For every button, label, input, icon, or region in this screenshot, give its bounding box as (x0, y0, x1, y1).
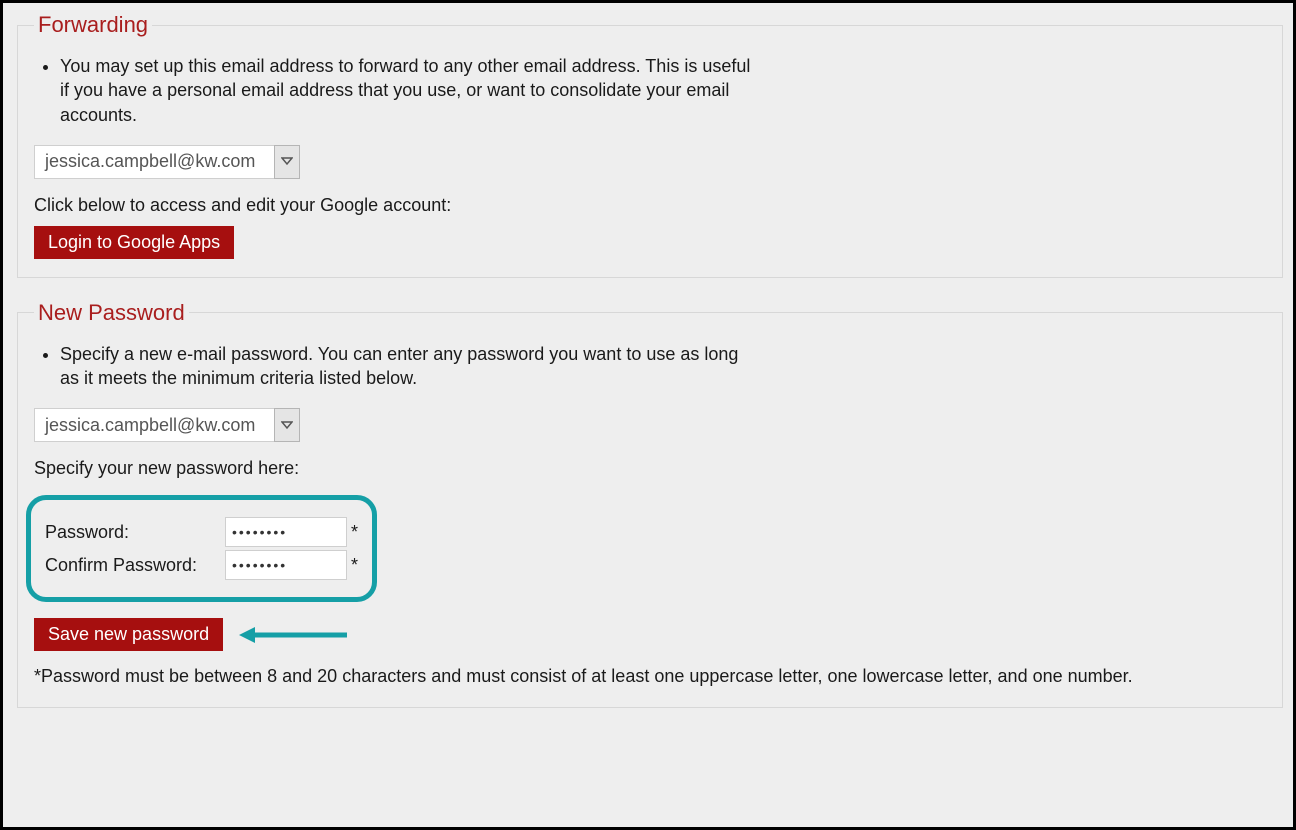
password-input[interactable] (225, 517, 347, 547)
google-access-text: Click below to access and edit your Goog… (34, 195, 1266, 216)
new-password-description: Specify a new e-mail password. You can e… (60, 342, 760, 391)
password-required-mark: * (351, 522, 358, 543)
chevron-down-icon (281, 415, 293, 436)
password-row: Password: * (45, 517, 358, 547)
login-google-apps-button[interactable]: Login to Google Apps (34, 226, 234, 259)
password-email-select[interactable]: jessica.campbell@kw.com (34, 408, 300, 442)
forwarding-description: You may set up this email address to for… (60, 54, 760, 127)
specify-password-text: Specify your new password here: (34, 458, 1266, 479)
arrow-left-icon (239, 625, 349, 645)
password-rules-text: *Password must be between 8 and 20 chara… (34, 665, 1266, 688)
password-email-value: jessica.campbell@kw.com (34, 408, 274, 442)
password-fields-highlight: Password: * Confirm Password: * (26, 495, 377, 602)
confirm-password-label: Confirm Password: (45, 555, 225, 576)
new-password-section: New Password Specify a new e-mail passwo… (17, 300, 1283, 708)
new-password-title: New Password (34, 300, 189, 326)
forwarding-description-list: You may set up this email address to for… (34, 54, 1266, 127)
chevron-down-icon (281, 151, 293, 172)
confirm-password-required-mark: * (351, 555, 358, 576)
page-container: Forwarding You may set up this email add… (0, 0, 1296, 830)
new-password-description-list: Specify a new e-mail password. You can e… (34, 342, 1266, 391)
confirm-password-row: Confirm Password: * (45, 550, 358, 580)
forwarding-email-dropdown-button[interactable] (274, 145, 300, 179)
save-new-password-button[interactable]: Save new password (34, 618, 223, 651)
forwarding-email-value: jessica.campbell@kw.com (34, 145, 274, 179)
save-row: Save new password (34, 618, 1266, 651)
password-label: Password: (45, 522, 225, 543)
forwarding-section: Forwarding You may set up this email add… (17, 12, 1283, 278)
password-email-dropdown-button[interactable] (274, 408, 300, 442)
forwarding-email-select[interactable]: jessica.campbell@kw.com (34, 145, 300, 179)
forwarding-title: Forwarding (34, 12, 152, 38)
confirm-password-input[interactable] (225, 550, 347, 580)
